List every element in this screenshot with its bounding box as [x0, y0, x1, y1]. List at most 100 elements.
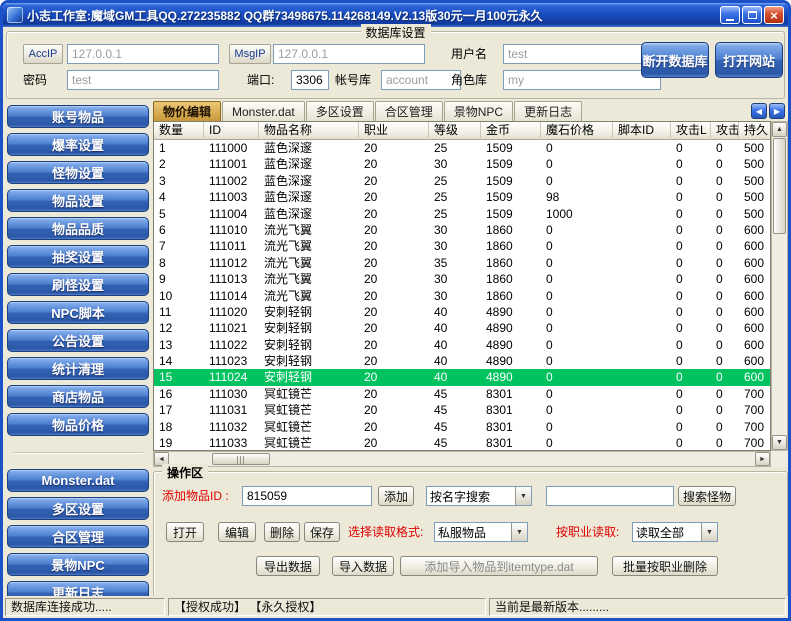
sidebar-item-2[interactable]: 爆率设置 [7, 133, 149, 156]
dropdown-arrow-icon[interactable]: ▼ [515, 487, 531, 505]
sidebar-item-1[interactable]: 账号物品 [7, 105, 149, 128]
table-cell: 安刺轻钢 [259, 337, 359, 353]
sidebar-item-5[interactable]: 物品品质 [7, 217, 149, 240]
role-db-input[interactable] [503, 70, 661, 90]
table-row[interactable]: 4111003蓝色深邃202515099800500 [154, 189, 770, 205]
batch-delete-by-class-button[interactable]: 批量按职业删除 [612, 556, 718, 576]
column-header-9[interactable]: 攻击L [671, 122, 711, 140]
delete-button[interactable]: 删除 [264, 522, 300, 542]
sidebar-item-extra-2[interactable]: 多区设置 [7, 497, 149, 520]
db-settings-title: 数据库设置 [360, 24, 430, 41]
operation-group: 操作区 添加物品ID : 添加 按名字搜索 ▼ 搜索怪物 打开 编辑 删除 保存… [153, 471, 788, 597]
table-row[interactable]: 8111012流光飞翼20351860000600 [154, 255, 770, 271]
column-header-3[interactable]: 物品名称 [259, 122, 359, 140]
add-import-to-itemtype-button[interactable]: 添加导入物品到itemtype.dat [400, 556, 598, 576]
table-vertical-scrollbar[interactable]: ▲ ▼ [771, 121, 788, 451]
minimize-button[interactable] [720, 6, 740, 24]
sidebar-item-extra-4[interactable]: 景物NPC [7, 553, 149, 576]
sidebar-item-4[interactable]: 物品设置 [7, 189, 149, 212]
account-db-input[interactable] [381, 70, 461, 90]
msgip-input[interactable] [273, 44, 425, 64]
sidebar-item-8[interactable]: NPC脚本 [7, 301, 149, 324]
password-input[interactable] [67, 70, 219, 90]
scroll-up-button[interactable]: ▲ [772, 122, 787, 137]
table-row[interactable]: 1111000蓝色深邃20251509000500 [154, 140, 770, 156]
accip-input[interactable] [67, 44, 219, 64]
sidebar-item-12[interactable]: 物品价格 [7, 413, 149, 436]
add-item-id-input[interactable] [242, 486, 372, 506]
search-by-name-dropdown[interactable]: 按名字搜索 ▼ [426, 486, 532, 506]
table-row[interactable]: 12111021安刺轻钢20404890000600 [154, 320, 770, 336]
table-row[interactable]: 17111031冥虹镜芒20458301000700 [154, 402, 770, 418]
column-header-4[interactable]: 职业 [359, 122, 429, 140]
scroll-down-button[interactable]: ▼ [772, 435, 787, 450]
tab-5[interactable]: 景物NPC [444, 101, 513, 121]
open-button[interactable]: 打开 [166, 522, 204, 542]
table-cell: 700 [739, 435, 771, 451]
table-horizontal-scrollbar[interactable]: ◄ ► [153, 451, 771, 467]
table-cell: 111022 [204, 337, 259, 353]
username-input[interactable] [503, 44, 661, 64]
port-input[interactable] [291, 70, 329, 90]
save-button[interactable]: 保存 [304, 522, 340, 542]
read-by-class-dropdown[interactable]: 读取全部 ▼ [632, 522, 718, 542]
table-row[interactable]: 13111022安刺轻钢20404890000600 [154, 337, 770, 353]
table-row[interactable]: 10111014流光飞翼20301860000600 [154, 288, 770, 304]
column-header-6[interactable]: 金币 [481, 122, 541, 140]
tab-3[interactable]: 多区设置 [306, 101, 374, 121]
column-header-11[interactable]: 持久 [739, 122, 771, 140]
column-header-5[interactable]: 等级 [429, 122, 481, 140]
scroll-right-button[interactable]: ► [755, 452, 770, 466]
tab-2[interactable]: Monster.dat [222, 101, 305, 121]
table-row[interactable]: 3111002蓝色深邃20251509000500 [154, 173, 770, 189]
table-row[interactable]: 18111032冥虹镜芒20458301000700 [154, 419, 770, 435]
table-cell: 流光飞翼 [259, 238, 359, 254]
table-row[interactable]: 11111020安刺轻钢20404890000600 [154, 304, 770, 320]
table-row[interactable]: 2111001蓝色深邃20301509000500 [154, 156, 770, 172]
table-cell: 0 [541, 140, 613, 156]
table-row[interactable]: 15111024安刺轻钢20404890000600 [154, 369, 770, 385]
table-cell: 20 [359, 222, 429, 238]
add-button[interactable]: 添加 [378, 486, 414, 506]
close-button[interactable]: × [764, 6, 784, 24]
tab-scroll-right-button[interactable]: ▶ [769, 103, 785, 119]
table-row[interactable]: 6111010流光飞翼20301860000600 [154, 222, 770, 238]
vertical-scroll-thumb[interactable] [773, 138, 786, 234]
tab-1[interactable]: 物价编辑 [153, 101, 221, 121]
table-row[interactable]: 16111030冥虹镜芒20458301000700 [154, 386, 770, 402]
import-data-button[interactable]: 导入数据 [332, 556, 394, 576]
horizontal-scroll-thumb[interactable] [212, 453, 270, 465]
edit-button[interactable]: 编辑 [218, 522, 256, 542]
export-data-button[interactable]: 导出数据 [256, 556, 320, 576]
sidebar-item-7[interactable]: 刷怪设置 [7, 273, 149, 296]
column-header-1[interactable]: 数量 [154, 122, 204, 140]
table-row[interactable]: 7111011流光飞翼20301860000600 [154, 238, 770, 254]
sidebar-item-11[interactable]: 商店物品 [7, 385, 149, 408]
tab-4[interactable]: 合区管理 [375, 101, 443, 121]
read-format-dropdown[interactable]: 私服物品 ▼ [434, 522, 528, 542]
sidebar-item-6[interactable]: 抽奖设置 [7, 245, 149, 268]
maximize-button[interactable] [742, 6, 762, 24]
dropdown-arrow-icon[interactable]: ▼ [701, 523, 717, 541]
disconnect-db-button[interactable]: 断开数据库 [641, 42, 709, 78]
sidebar-item-10[interactable]: 统计清理 [7, 357, 149, 380]
sidebar-item-3[interactable]: 怪物设置 [7, 161, 149, 184]
column-header-10[interactable]: 攻击H [711, 122, 739, 140]
tab-6[interactable]: 更新日志 [514, 101, 582, 121]
table-row[interactable]: 9111013流光飞翼20301860000600 [154, 271, 770, 287]
monster-search-input[interactable] [546, 486, 674, 506]
tab-scroll-left-button[interactable]: ◀ [751, 103, 767, 119]
table-row[interactable]: 14111023安刺轻钢20404890000600 [154, 353, 770, 369]
search-monster-button[interactable]: 搜索怪物 [678, 486, 736, 506]
column-header-7[interactable]: 魔石价格 [541, 122, 613, 140]
table-cell: 0 [711, 304, 739, 320]
sidebar-item-9[interactable]: 公告设置 [7, 329, 149, 352]
sidebar-item-extra-3[interactable]: 合区管理 [7, 525, 149, 548]
table-row[interactable]: 5111004蓝色深邃20251509100000500 [154, 206, 770, 222]
table-row[interactable]: 19111033冥虹镜芒20458301000700 [154, 435, 770, 451]
open-website-button[interactable]: 打开网站 [715, 42, 783, 78]
sidebar-item-extra-1[interactable]: Monster.dat [7, 469, 149, 492]
column-header-2[interactable]: ID [204, 122, 259, 140]
column-header-8[interactable]: 脚本ID [613, 122, 671, 140]
dropdown-arrow-icon[interactable]: ▼ [511, 523, 527, 541]
